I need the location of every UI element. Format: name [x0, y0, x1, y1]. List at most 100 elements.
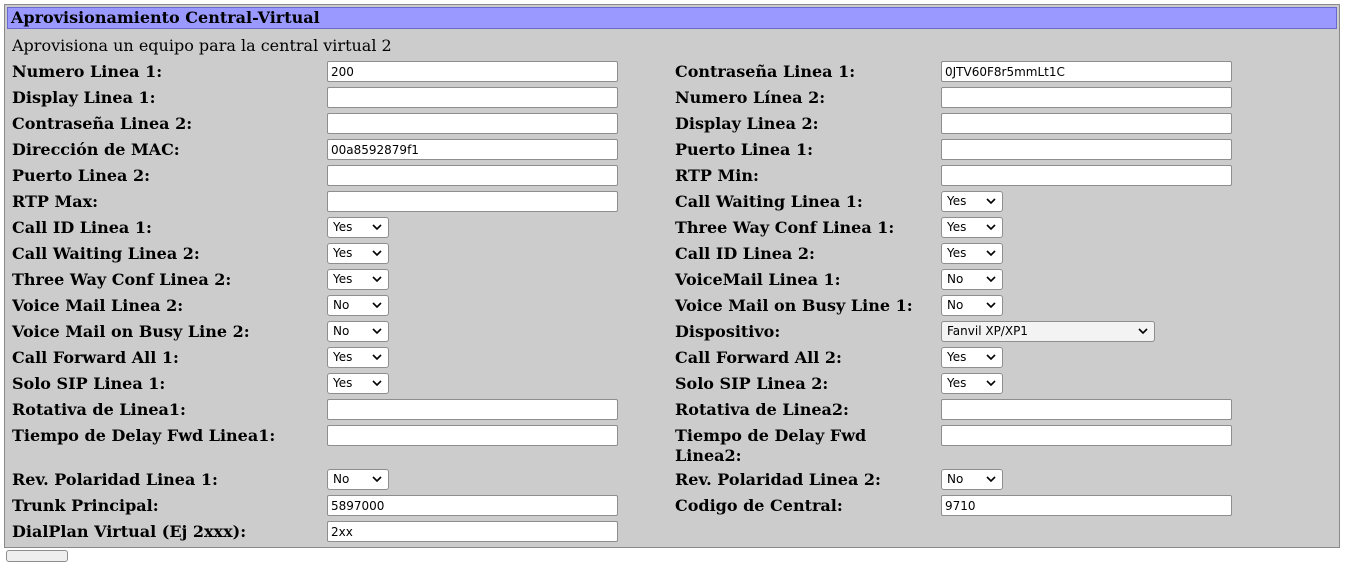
label-dispositivo: Dispositivo: — [675, 322, 781, 341]
label-voice-mail-busy-line-1: Voice Mail on Busy Line 1: — [675, 296, 913, 315]
label-rtp-max: RTP Max: — [12, 192, 99, 211]
label-display-linea-1: Display Linea 1: — [12, 88, 156, 107]
label-call-forward-all-2: Call Forward All 2: — [675, 348, 842, 367]
rtp-max-input[interactable] — [327, 191, 618, 212]
rev-polaridad-linea-2-select[interactable]: No — [941, 469, 1003, 490]
label-contrasena-linea-1: Contraseña Linea 1: — [675, 62, 856, 81]
label-solo-sip-linea-1: Solo SIP Linea 1: — [12, 374, 166, 393]
call-forward-all-2-select[interactable]: Yes — [941, 347, 1003, 368]
label-voice-mail-linea-2: Voice Mail Linea 2: — [12, 296, 184, 315]
chevron-down-icon — [986, 354, 996, 361]
label-codigo-central: Codigo de Central: — [675, 496, 843, 515]
chevron-down-icon — [372, 302, 382, 309]
provisioning-panel: Aprovisionamiento Central-Virtual Aprovi… — [4, 4, 1340, 548]
label-puerto-linea-1: Puerto Linea 1: — [675, 140, 814, 159]
label-rtp-min: RTP Min: — [675, 166, 759, 185]
label-call-waiting-linea-2: Call Waiting Linea 2: — [12, 244, 200, 263]
label-tiempo-delay-fwd-linea2: Tiempo de Delay Fwd Linea2: — [675, 426, 867, 465]
call-waiting-linea-2-select[interactable]: Yes — [327, 243, 389, 264]
numero-linea-1-input[interactable] — [327, 61, 618, 82]
voicemail-linea-1-select[interactable]: No — [941, 269, 1003, 290]
select-value: No — [333, 324, 350, 338]
label-voicemail-linea-1: VoiceMail Linea 1: — [675, 270, 841, 289]
tiempo-delay-fwd-linea2-input[interactable] — [941, 425, 1232, 446]
label-numero-linea-2: Numero Línea 2: — [675, 88, 826, 107]
dispositivo-select[interactable]: Fanvil XP/XP1 — [941, 321, 1155, 342]
trunk-principal-input[interactable] — [327, 495, 618, 516]
chevron-down-icon — [372, 380, 382, 387]
chevron-down-icon — [372, 224, 382, 231]
chevron-down-icon — [986, 224, 996, 231]
label-tiempo-delay-fwd-linea1: Tiempo de Delay Fwd Linea1: — [12, 426, 276, 445]
rtp-min-input[interactable] — [941, 165, 1232, 186]
solo-sip-linea-1-select[interactable]: Yes — [327, 373, 389, 394]
call-forward-all-1-select[interactable]: Yes — [327, 347, 389, 368]
page-subtitle: Aprovisiona un equipo para la central vi… — [12, 36, 392, 55]
voice-mail-linea-2-select[interactable]: No — [327, 295, 389, 316]
select-value: Yes — [947, 350, 967, 364]
puerto-linea-1-input[interactable] — [941, 139, 1232, 160]
select-value: Fanvil XP/XP1 — [947, 324, 1028, 338]
label-voice-mail-busy-line-2: Voice Mail on Busy Line 2: — [12, 322, 250, 341]
label-rotativa-linea1: Rotativa de Linea1: — [12, 400, 186, 419]
label-rotativa-linea2: Rotativa de Linea2: — [675, 400, 849, 419]
select-value: No — [947, 472, 964, 486]
label-rev-polaridad-linea-2: Rev. Polaridad Linea 2: — [675, 470, 881, 489]
label-rev-polaridad-linea-1: Rev. Polaridad Linea 1: — [12, 470, 218, 489]
label-call-id-linea-1: Call ID Linea 1: — [12, 218, 152, 237]
chevron-down-icon — [372, 328, 382, 335]
call-waiting-linea-1-select[interactable]: Yes — [941, 191, 1003, 212]
voice-mail-busy-line-2-select[interactable]: No — [327, 321, 389, 342]
voice-mail-busy-line-1-select[interactable]: No — [941, 295, 1003, 316]
solo-sip-linea-2-select[interactable]: Yes — [941, 373, 1003, 394]
contrasena-linea-2-input[interactable] — [327, 113, 618, 134]
contrasena-linea-1-input[interactable] — [941, 61, 1232, 82]
label-display-linea-2: Display Linea 2: — [675, 114, 819, 133]
label-three-way-conf-linea-2: Three Way Conf Linea 2: — [12, 270, 232, 289]
select-value: Yes — [947, 220, 967, 234]
label-contrasena-linea-2: Contraseña Linea 2: — [12, 114, 193, 133]
chevron-down-icon — [986, 198, 996, 205]
dialplan-virtual-input[interactable] — [327, 521, 618, 542]
select-value: Yes — [947, 194, 967, 208]
chevron-down-icon — [372, 354, 382, 361]
direccion-mac-input[interactable] — [327, 139, 618, 160]
numero-linea-2-input[interactable] — [941, 87, 1232, 108]
call-id-linea-1-select[interactable]: Yes — [327, 217, 389, 238]
tiempo-delay-fwd-linea1-input[interactable] — [327, 425, 618, 446]
label-call-forward-all-1: Call Forward All 1: — [12, 348, 179, 367]
page-title: Aprovisionamiento Central-Virtual — [7, 7, 1337, 29]
label-trunk-principal: Trunk Principal: — [12, 496, 159, 515]
submit-button-partial[interactable] — [6, 550, 68, 562]
chevron-down-icon — [372, 250, 382, 257]
label-puerto-linea-2: Puerto Linea 2: — [12, 166, 151, 185]
puerto-linea-2-input[interactable] — [327, 165, 618, 186]
chevron-down-icon — [986, 476, 996, 483]
select-value: No — [947, 298, 964, 312]
label-direccion-mac: Dirección de MAC: — [12, 140, 180, 159]
three-way-conf-linea-2-select[interactable]: Yes — [327, 269, 389, 290]
chevron-down-icon — [986, 276, 996, 283]
chevron-down-icon — [986, 250, 996, 257]
three-way-conf-linea-1-select[interactable]: Yes — [941, 217, 1003, 238]
label-three-way-conf-linea-1: Three Way Conf Linea 1: — [675, 218, 895, 237]
label-call-waiting-linea-1: Call Waiting Linea 1: — [675, 192, 863, 211]
select-value: Yes — [947, 376, 967, 390]
select-value: Yes — [333, 272, 353, 286]
chevron-down-icon — [986, 302, 996, 309]
rev-polaridad-linea-1-select[interactable]: No — [327, 469, 389, 490]
rotativa-linea2-input[interactable] — [941, 399, 1232, 420]
chevron-down-icon — [1138, 328, 1148, 335]
display-linea-1-input[interactable] — [327, 87, 618, 108]
call-id-linea-2-select[interactable]: Yes — [941, 243, 1003, 264]
label-solo-sip-linea-2: Solo SIP Linea 2: — [675, 374, 829, 393]
codigo-central-input[interactable] — [941, 495, 1232, 516]
select-value: Yes — [333, 220, 353, 234]
rotativa-linea1-input[interactable] — [327, 399, 618, 420]
select-value: Yes — [333, 246, 353, 260]
select-value: No — [947, 272, 964, 286]
label-numero-linea-1: Numero Linea 1: — [12, 62, 163, 81]
display-linea-2-input[interactable] — [941, 113, 1232, 134]
select-value: Yes — [333, 350, 353, 364]
chevron-down-icon — [372, 476, 382, 483]
